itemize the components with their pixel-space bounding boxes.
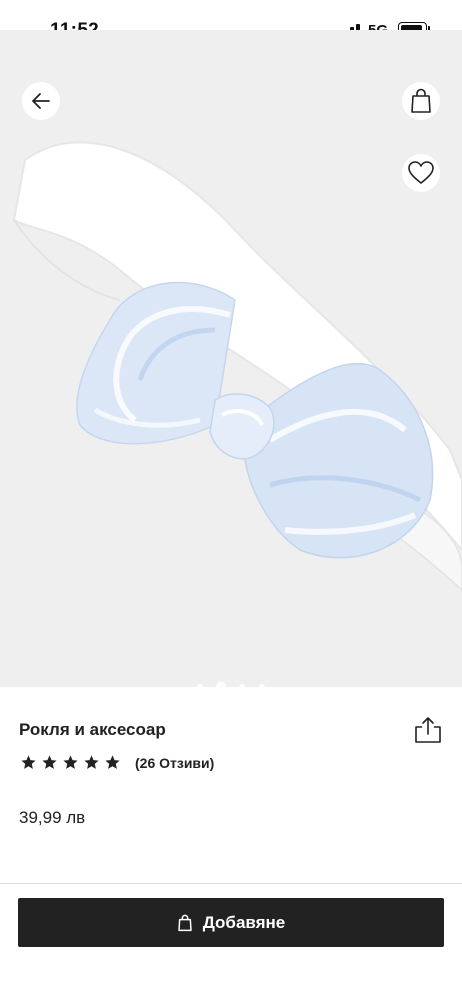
add-to-bag-label: Добавяне — [202, 912, 286, 932]
pagination-dot[interactable] — [259, 684, 265, 687]
pagination-dot-active[interactable] — [217, 682, 225, 687]
product-price: 39,99 лв — [19, 808, 86, 827]
back-button[interactable] — [22, 82, 60, 120]
star-icon — [42, 755, 57, 769]
shopping-bag-icon — [178, 914, 192, 931]
heart-icon — [408, 161, 434, 184]
arrow-left-icon — [32, 93, 50, 109]
divider — [0, 883, 462, 884]
product-title: Рокля и аксесоар — [19, 720, 166, 739]
rating-stars — [20, 754, 121, 771]
pagination-dot[interactable] — [197, 684, 203, 687]
star-icon — [21, 755, 36, 769]
bow-headband-photo — [12, 141, 462, 592]
pagination-dot[interactable] — [239, 684, 245, 687]
product-gallery[interactable] — [0, 30, 462, 687]
shopping-bag-icon — [411, 88, 431, 113]
reviews-count[interactable]: (26 Отзиви) — [135, 755, 214, 771]
gallery-pagination[interactable] — [0, 677, 462, 687]
share-button[interactable] — [410, 714, 446, 746]
favorite-button[interactable] — [402, 154, 440, 192]
bag-button[interactable] — [402, 82, 440, 120]
star-icon — [105, 755, 120, 769]
star-icon — [63, 755, 78, 769]
add-to-bag-button[interactable]: Добавяне — [18, 898, 444, 947]
product-rating[interactable]: (26 Отзиви) — [20, 754, 214, 771]
star-icon — [84, 755, 99, 769]
share-icon — [415, 717, 441, 743]
